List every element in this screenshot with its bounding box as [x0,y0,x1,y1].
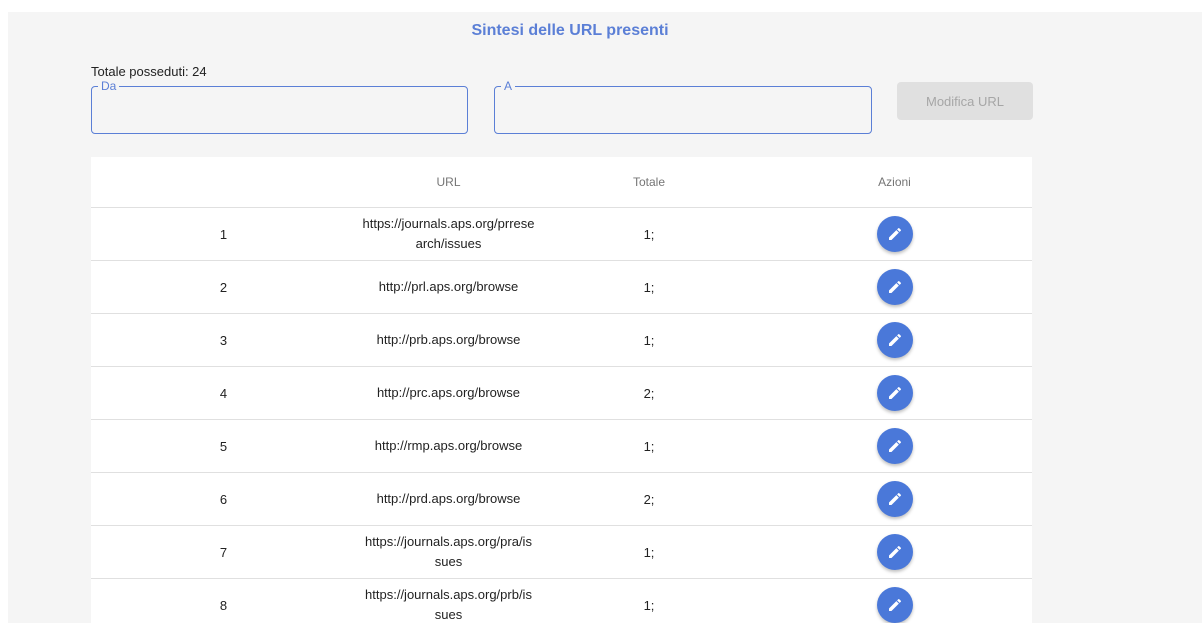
row-actions [757,525,1032,579]
edit-button[interactable] [876,428,913,464]
row-url: https://journals.aps.org/prb/issues [356,578,541,623]
row-actions [757,472,1032,526]
da-field[interactable]: Da [91,79,468,134]
row-actions [757,260,1032,314]
row-actions [757,366,1032,420]
edit-button[interactable] [876,481,913,517]
total-owned-count: Totale posseduti: 24 [91,64,207,79]
table-header-row: URL Totale Azioni [91,157,1032,208]
column-header-url: URL [356,157,541,208]
da-input[interactable] [102,101,461,123]
row-url: http://rmp.aps.org/browse [356,419,541,473]
column-header-index [91,157,356,208]
row-total: 1; [541,578,757,623]
table-row: 6 http://prd.aps.org/browse 2; [91,472,1032,526]
row-index: 1 [91,207,356,261]
pencil-icon [888,492,901,505]
edit-button[interactable] [876,322,913,358]
pencil-icon [888,598,901,611]
table-row: 4 http://prc.aps.org/browse 2; [91,366,1032,420]
row-index: 6 [91,472,356,526]
a-field[interactable]: A [494,79,872,134]
row-url: http://prd.aps.org/browse [356,472,541,526]
row-url: http://prb.aps.org/browse [356,313,541,367]
row-url: https://journals.aps.org/prresearch/issu… [356,207,541,261]
table-row: 8 https://journals.aps.org/prb/issues 1; [91,578,1032,623]
row-index: 8 [91,578,356,623]
row-total: 1; [541,207,757,261]
a-input[interactable] [505,101,865,123]
row-actions [757,578,1032,623]
pencil-icon [888,227,901,240]
edit-button[interactable] [876,216,913,252]
row-index: 7 [91,525,356,579]
pencil-icon [888,333,901,346]
pencil-icon [888,386,901,399]
row-total: 2; [541,472,757,526]
url-table-body: 1 https://journals.aps.org/prresearch/is… [91,207,1032,623]
row-actions [757,207,1032,261]
row-total: 1; [541,313,757,367]
a-field-label: A [501,79,516,93]
row-total: 2; [541,366,757,420]
row-index: 3 [91,313,356,367]
table-row: 5 http://rmp.aps.org/browse 1; [91,419,1032,473]
row-index: 5 [91,419,356,473]
da-field-label: Da [98,79,120,93]
row-actions [757,419,1032,473]
edit-button[interactable] [876,269,913,305]
table-row: 2 http://prl.aps.org/browse 1; [91,260,1032,314]
table-row: 1 https://journals.aps.org/prresearch/is… [91,207,1032,261]
row-actions [757,313,1032,367]
row-url: https://journals.aps.org/pra/issues [356,525,541,579]
pencil-icon [888,545,901,558]
row-index: 2 [91,260,356,314]
page-title: Sintesi delle URL presenti [471,22,669,39]
table-row: 3 http://prb.aps.org/browse 1; [91,313,1032,367]
table-row: 7 https://journals.aps.org/pra/issues 1; [91,525,1032,579]
edit-button[interactable] [876,375,913,411]
pencil-icon [888,439,901,452]
row-total: 1; [541,525,757,579]
pencil-icon [888,280,901,293]
row-url: http://prc.aps.org/browse [356,366,541,420]
row-total: 1; [541,419,757,473]
url-table-container: URL Totale Azioni 1 https://journals.aps… [91,157,1032,623]
edit-button[interactable] [876,534,913,570]
row-url: http://prl.aps.org/browse [356,260,541,314]
column-header-totale: Totale [541,157,757,208]
column-header-azioni: Azioni [757,157,1032,208]
url-table: URL Totale Azioni 1 https://journals.aps… [91,157,1032,623]
row-total: 1; [541,260,757,314]
edit-button[interactable] [876,587,913,623]
modify-url-button[interactable]: Modifica URL [897,82,1033,120]
row-index: 4 [91,366,356,420]
page-container: Sintesi delle URL presenti Totale possed… [8,12,1202,623]
